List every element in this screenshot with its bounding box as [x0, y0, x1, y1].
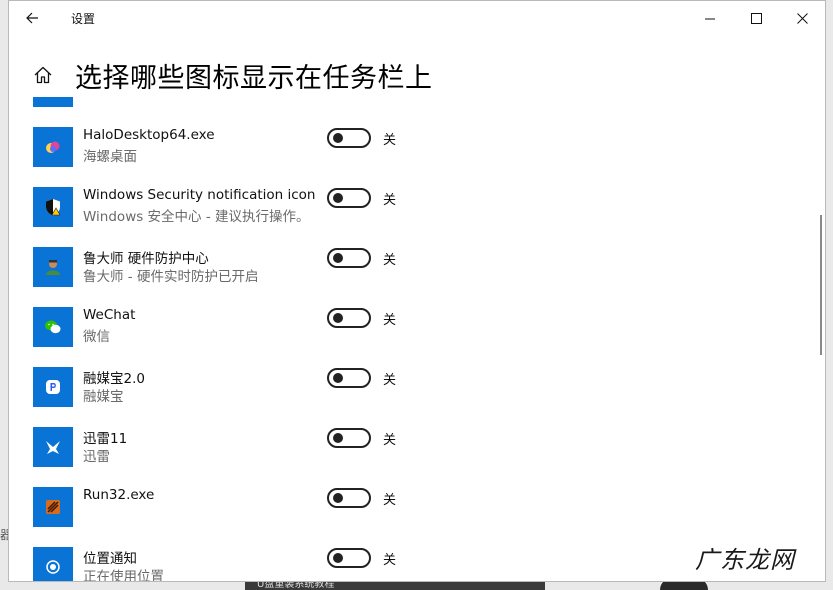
- app-list: HaloDesktop64.exe 海螺桌面 关 Windows Securit…: [9, 97, 825, 582]
- toggle-state-label: 关: [383, 193, 397, 208]
- app-name: 迅雷11: [83, 431, 128, 447]
- toggle-state-label: 关: [383, 313, 397, 328]
- toggle-knob: [333, 373, 343, 383]
- app-description: 迅雷: [83, 449, 110, 465]
- halodesktop-icon: [33, 127, 73, 167]
- list-item: 融媒宝2.0 融媒宝 关: [9, 365, 825, 425]
- run32-icon: [33, 487, 73, 527]
- app-description: 正在使用位置: [83, 569, 164, 582]
- list-item: 迅雷11 迅雷 关: [9, 425, 825, 485]
- toggle-state-label: 关: [383, 133, 397, 148]
- wechat-icon: [33, 307, 73, 347]
- background-fragment: 器: [0, 528, 8, 542]
- close-icon: [796, 12, 808, 24]
- home-icon[interactable]: [33, 65, 53, 85]
- toggle-state-label: 关: [383, 253, 397, 268]
- page-title: 选择哪些图标显示在任务栏上: [75, 62, 433, 94]
- toggle-knob: [333, 553, 343, 563]
- visibility-toggle[interactable]: [327, 188, 371, 208]
- app-description: 鲁大师 - 硬件实时防护已开启: [83, 269, 259, 285]
- visibility-toggle[interactable]: [327, 308, 371, 328]
- app-description: Windows 安全中心 - 建议执行操作。: [83, 209, 310, 225]
- toggle-knob: [333, 133, 343, 143]
- visibility-toggle[interactable]: [327, 548, 371, 568]
- title-bar: 设置: [9, 1, 825, 35]
- toggle-knob: [333, 253, 343, 263]
- maximize-button[interactable]: [733, 1, 779, 35]
- toggle-state-label: 关: [383, 493, 397, 508]
- scrollbar[interactable]: [820, 215, 822, 355]
- page-header: 选择哪些图标显示在任务栏上: [9, 53, 825, 97]
- toggle-state-label: 关: [383, 373, 397, 388]
- app-name: Windows Security notification icon: [83, 187, 316, 203]
- visibility-toggle[interactable]: [327, 248, 371, 268]
- list-item: 鲁大师 硬件防护中心 鲁大师 - 硬件实时防护已开启 关: [9, 245, 825, 305]
- visibility-toggle[interactable]: [327, 368, 371, 388]
- app-description: 海螺桌面: [83, 149, 137, 165]
- toggle-state-label: 关: [383, 553, 397, 568]
- app-icon: [33, 97, 73, 107]
- shield-warning-icon: [33, 187, 73, 227]
- app-name: WeChat: [83, 307, 136, 323]
- close-button[interactable]: [779, 1, 825, 35]
- toggle-knob: [333, 313, 343, 323]
- app-name: 位置通知: [83, 551, 137, 567]
- list-item: Run32.exe 关: [9, 485, 825, 545]
- visibility-toggle[interactable]: [327, 428, 371, 448]
- back-button[interactable]: [9, 1, 55, 35]
- back-arrow-icon: [26, 12, 38, 24]
- visibility-toggle[interactable]: [327, 488, 371, 508]
- app-name: 融媒宝2.0: [83, 371, 145, 387]
- app-description: 微信: [83, 329, 110, 345]
- ludashi-icon: [33, 247, 73, 287]
- list-item: [9, 97, 825, 125]
- settings-window: 设置 选择哪些图标显示在任务栏上 HaloDesktop64.exe 海螺桌面 …: [8, 0, 826, 582]
- toggle-knob: [333, 193, 343, 203]
- minimize-icon: [704, 18, 715, 19]
- window-controls: [687, 1, 825, 35]
- list-item: Windows Security notification icon Windo…: [9, 185, 825, 245]
- rongmeibao-icon: [33, 367, 73, 407]
- toggle-knob: [333, 493, 343, 503]
- app-name: Run32.exe: [83, 487, 155, 503]
- location-icon: [33, 547, 73, 581]
- app-name: HaloDesktop64.exe: [83, 127, 215, 143]
- window-title: 设置: [71, 11, 96, 26]
- toggle-state-label: 关: [383, 433, 397, 448]
- maximize-icon: [750, 12, 762, 24]
- toggle-knob: [333, 433, 343, 443]
- watermark: 广东龙网: [695, 546, 795, 574]
- list-item: HaloDesktop64.exe 海螺桌面 关: [9, 125, 825, 185]
- visibility-toggle[interactable]: [327, 128, 371, 148]
- app-name: 鲁大师 硬件防护中心: [83, 251, 209, 267]
- xunlei-icon: [33, 427, 73, 467]
- minimize-button[interactable]: [687, 1, 733, 35]
- app-description: 融媒宝: [83, 389, 124, 405]
- list-item: WeChat 微信 关: [9, 305, 825, 365]
